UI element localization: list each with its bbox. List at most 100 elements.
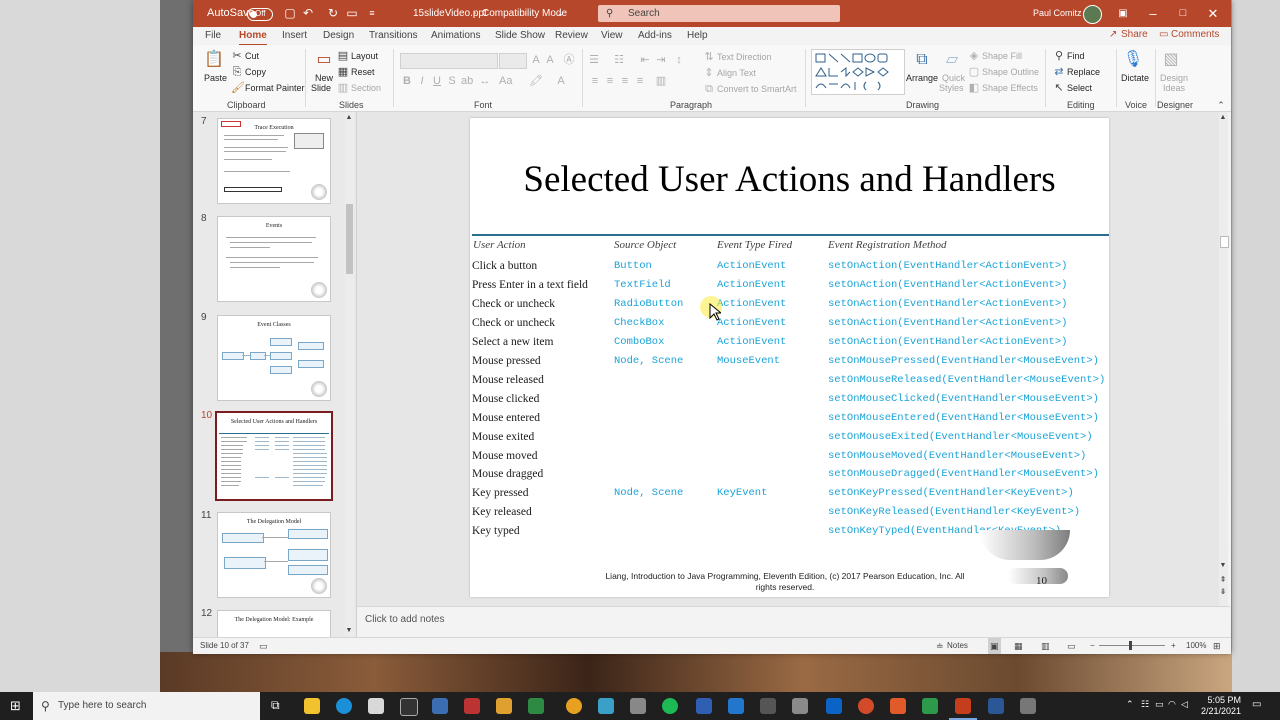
- bullets-icon[interactable]: ☰: [588, 54, 600, 66]
- select-button[interactable]: Select: [1067, 83, 1092, 93]
- increase-indent-icon[interactable]: ⇥: [655, 54, 667, 66]
- arrange-button[interactable]: Arrange: [906, 73, 938, 83]
- increase-font-icon[interactable]: A: [530, 54, 542, 66]
- app-icon[interactable]: [432, 698, 448, 714]
- replace-icon[interactable]: ⇄: [1053, 66, 1065, 78]
- new-slide-icon[interactable]: ▭: [313, 49, 335, 71]
- tab-design[interactable]: Design: [323, 27, 354, 44]
- dictate-button[interactable]: Dictate: [1121, 73, 1149, 83]
- zoom-in-icon[interactable]: +: [1171, 638, 1176, 654]
- text-direction-button[interactable]: Text Direction: [717, 52, 772, 62]
- app-icon[interactable]: [760, 698, 776, 714]
- font-color-icon[interactable]: A: [555, 75, 567, 87]
- tab-home[interactable]: Home: [239, 27, 267, 46]
- slide-thumbnail-11[interactable]: The Delegation Model: [217, 512, 331, 598]
- shape-fill-icon[interactable]: ◈: [968, 50, 980, 62]
- terminal-icon[interactable]: [400, 698, 418, 716]
- task-view-icon[interactable]: ⧉: [271, 698, 280, 713]
- present-icon[interactable]: ▭: [345, 6, 359, 20]
- fit-to-window-icon[interactable]: ⊞: [1213, 638, 1221, 654]
- find-button[interactable]: Find: [1067, 51, 1085, 61]
- slide-title[interactable]: Selected User Actions and Handlers: [470, 158, 1109, 201]
- next-slide-icon[interactable]: ⇟: [1217, 586, 1229, 598]
- windows-start-icon[interactable]: ⊞: [10, 698, 21, 714]
- shape-fill-button[interactable]: Shape Fill: [982, 51, 1022, 61]
- find-icon[interactable]: ⚲: [1053, 50, 1065, 62]
- new-slide-button-line2[interactable]: Slide: [311, 83, 331, 93]
- collapse-ribbon-icon[interactable]: ⌃: [1215, 99, 1227, 111]
- mode-chevron-icon[interactable]: ⌄: [557, 0, 564, 27]
- brave-icon[interactable]: [890, 698, 906, 714]
- replace-button[interactable]: Replace: [1067, 67, 1100, 77]
- share-button[interactable]: Share: [1121, 27, 1148, 43]
- shape-outline-button[interactable]: Shape Outline: [982, 67, 1039, 77]
- align-text-icon[interactable]: ⇕: [703, 67, 715, 79]
- quick-styles-icon[interactable]: ▱: [941, 49, 963, 71]
- align-center-icon[interactable]: ≡: [604, 75, 616, 87]
- app-icon[interactable]: [630, 698, 646, 714]
- font-name-box[interactable]: [400, 53, 498, 69]
- design-ideas-button[interactable]: Design: [1160, 73, 1188, 83]
- copy-button[interactable]: Copy: [245, 67, 266, 77]
- change-case-icon[interactable]: Aa: [499, 75, 512, 87]
- new-slide-button[interactable]: New: [315, 73, 333, 83]
- tab-help[interactable]: Help: [687, 27, 708, 44]
- char-spacing-icon[interactable]: ↔: [479, 75, 491, 87]
- align-text-button[interactable]: Align Text: [717, 68, 756, 78]
- slide-thumbnail-9[interactable]: Event Classes: [217, 315, 331, 401]
- maximize-icon[interactable]: □: [1168, 0, 1198, 27]
- design-ideas-icon[interactable]: ▧: [1160, 49, 1182, 71]
- font-size-box[interactable]: [499, 53, 527, 69]
- close-icon[interactable]: ✕: [1198, 0, 1228, 27]
- app-icon[interactable]: [696, 698, 712, 714]
- tray-chevron-icon[interactable]: ⌃: [1126, 699, 1134, 710]
- cut-button[interactable]: Cut: [245, 51, 259, 61]
- scroll-down-icon[interactable]: ▼: [1217, 560, 1229, 572]
- select-icon[interactable]: ↖: [1053, 82, 1065, 94]
- microphone-icon[interactable]: 🎙: [1122, 49, 1144, 71]
- tab-review[interactable]: Review: [555, 27, 588, 44]
- slide-scrollbar[interactable]: ▲ ▼ ⇞ ⇟: [1217, 112, 1229, 606]
- tab-view[interactable]: View: [601, 27, 623, 44]
- normal-view-icon[interactable]: ▣: [988, 638, 1001, 654]
- paste-button[interactable]: Paste: [204, 73, 227, 83]
- network-icon[interactable]: ☷: [1141, 699, 1149, 710]
- taskbar-clock[interactable]: 5:05 PM 2/21/2021: [1193, 695, 1241, 717]
- app-icon[interactable]: [792, 698, 808, 714]
- avatar[interactable]: [1083, 5, 1102, 24]
- taskbar-search[interactable]: ⚲ Type here to search: [33, 692, 260, 720]
- tab-file[interactable]: File: [205, 27, 221, 44]
- comments-button[interactable]: Comments: [1171, 27, 1219, 43]
- reset-button[interactable]: Reset: [351, 67, 375, 77]
- zoom-slider[interactable]: [1099, 645, 1165, 646]
- text-direction-icon[interactable]: ⇅: [703, 51, 715, 63]
- tab-add-ins[interactable]: Add-ins: [638, 27, 672, 44]
- app-icon[interactable]: [1020, 698, 1036, 714]
- slide-canvas[interactable]: Selected User Actions and Handlers User …: [470, 118, 1109, 597]
- zoom-out-icon[interactable]: −: [1090, 638, 1095, 654]
- tab-slide-show[interactable]: Slide Show: [495, 27, 545, 44]
- reading-view-icon[interactable]: ▥: [1041, 638, 1050, 654]
- layout-button[interactable]: Layout: [351, 51, 378, 61]
- app-icon[interactable]: [464, 698, 480, 714]
- app-icon[interactable]: [922, 698, 938, 714]
- tab-animations[interactable]: Animations: [431, 27, 480, 44]
- scroll-down-icon[interactable]: ▼: [343, 625, 355, 637]
- reset-icon[interactable]: ▦: [337, 66, 349, 78]
- section-button[interactable]: Section: [351, 83, 381, 93]
- ribbon-display-icon[interactable]: ▣: [1108, 0, 1138, 27]
- shapes-gallery[interactable]: [811, 49, 905, 95]
- comments-icon[interactable]: ▭: [1159, 27, 1168, 43]
- layout-icon[interactable]: ▤: [337, 50, 349, 62]
- convert-smartart-button[interactable]: Convert to SmartArt: [717, 84, 797, 94]
- accessibility-icon[interactable]: ▭: [259, 638, 268, 654]
- battery-icon[interactable]: ▭: [1155, 699, 1164, 710]
- app-icon[interactable]: [598, 698, 614, 714]
- app-icon[interactable]: [496, 698, 512, 714]
- user-name[interactable]: Paul Comitz: [1033, 0, 1082, 27]
- align-left-icon[interactable]: ≡: [589, 75, 601, 87]
- decrease-font-icon[interactable]: A: [544, 54, 556, 66]
- save-icon[interactable]: ▢: [283, 6, 297, 20]
- quick-styles-button[interactable]: Quick: [942, 73, 965, 83]
- notes-button[interactable]: Notes: [947, 638, 968, 654]
